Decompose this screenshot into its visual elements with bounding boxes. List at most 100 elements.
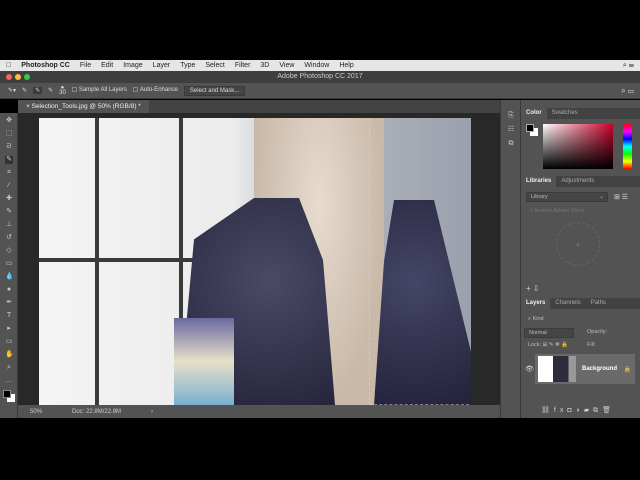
document-image[interactable] bbox=[39, 118, 471, 405]
libraries-panel-tabs: Libraries Adjustments bbox=[521, 176, 640, 187]
more-tools-icon[interactable]: … bbox=[5, 377, 13, 385]
lock-label: Lock: bbox=[528, 342, 542, 348]
type-tool-icon[interactable]: T bbox=[5, 312, 13, 320]
brush-size: 30 bbox=[59, 89, 66, 96]
apple-menu[interactable]:  bbox=[6, 62, 11, 69]
dodge-tool-icon[interactable]: ● bbox=[5, 286, 13, 294]
layer-row[interactable]: Background 🔒 bbox=[535, 354, 635, 384]
visibility-eye-icon[interactable]: 👁 bbox=[525, 365, 534, 373]
opacity-field[interactable]: Opacity: bbox=[583, 328, 635, 338]
marquee-tool-icon[interactable]: ⬚ bbox=[5, 130, 13, 138]
zoom-level[interactable]: 50% bbox=[30, 409, 42, 415]
app-menu[interactable]: Photoshop CC bbox=[21, 62, 70, 69]
properties-panel-icon[interactable]: ☷ bbox=[507, 126, 515, 134]
auto-enhance-checkbox[interactable]: Auto-Enhance bbox=[132, 87, 178, 94]
menu-type[interactable]: Type bbox=[180, 62, 195, 69]
fill-field[interactable]: Fill: bbox=[583, 341, 635, 351]
minimize-button[interactable] bbox=[15, 74, 21, 80]
layer-thumbnail bbox=[538, 356, 576, 382]
brush-size-picker[interactable]: ● 30 bbox=[59, 85, 66, 96]
color-field[interactable] bbox=[543, 124, 613, 169]
library-search[interactable]: ⌕ Search Adobe Stock bbox=[526, 207, 636, 217]
opacity-label: Opacity: bbox=[587, 329, 608, 335]
zoom-tool-icon[interactable]: ⌕ bbox=[5, 364, 13, 372]
panel-icons: ⎘ ☷ ⧉ bbox=[500, 100, 520, 418]
library-select[interactable]: Library ⌄ bbox=[526, 192, 608, 202]
lock-controls[interactable]: Lock: ⊞ ✎ ✥ 🔒 bbox=[524, 341, 574, 351]
tools-panel: ✥ ⬚ ᘐ ✎ ⌗ ⁄ ✚ ✎ ⊥ ↺ ◇ ▭ 💧 ● ✒ T ▸ ▭ ✋ ⌕ … bbox=[0, 113, 18, 418]
right-panels: Color Swatches Libraries Adjustments Lib… bbox=[520, 100, 640, 418]
grid-view-icon[interactable]: ⊞ ☰ bbox=[614, 193, 628, 201]
document-tabs: × Selection_Tools.jpg @ 50% (RGB/8) * bbox=[18, 100, 500, 113]
history-brush-icon[interactable]: ↺ bbox=[5, 234, 13, 242]
tool-preset-icon[interactable]: ✎▾ bbox=[8, 87, 16, 94]
chevron-down-icon: ⌄ bbox=[599, 194, 604, 200]
healing-tool-icon[interactable]: ✚ bbox=[5, 195, 13, 203]
fill-label: Fill: bbox=[587, 342, 596, 348]
tab-layers[interactable]: Layers bbox=[521, 298, 551, 309]
kind-label: Kind bbox=[532, 316, 544, 322]
actions-panel-icon[interactable]: ⧉ bbox=[507, 140, 515, 148]
tab-libraries[interactable]: Libraries bbox=[521, 176, 557, 187]
menu-select[interactable]: Select bbox=[205, 62, 224, 69]
shape-tool-icon[interactable]: ▭ bbox=[5, 338, 13, 346]
workspace-icon[interactable]: ⌕ ▭ bbox=[621, 86, 634, 96]
add-library-icon[interactable]: + ⇩ bbox=[526, 284, 540, 293]
select-and-mask-button[interactable]: Select and Mask... bbox=[183, 85, 246, 96]
zoom-button[interactable] bbox=[24, 74, 30, 80]
blend-mode-value: Normal bbox=[529, 330, 547, 336]
search-icon[interactable]: ⌕ ☰ bbox=[623, 62, 634, 70]
tab-channels[interactable]: Channels bbox=[550, 298, 585, 309]
eraser-tool-icon[interactable]: ◇ bbox=[5, 247, 13, 255]
blur-tool-icon[interactable]: 💧 bbox=[5, 273, 14, 281]
eyedropper-tool-icon[interactable]: ⁄ bbox=[5, 182, 13, 190]
history-panel-icon[interactable]: ⎘ bbox=[507, 112, 515, 120]
brush-tool-icon[interactable]: ✎ bbox=[5, 208, 13, 216]
tab-adjustments[interactable]: Adjustments bbox=[556, 176, 599, 187]
color-swatches[interactable] bbox=[3, 390, 15, 404]
menu-layer[interactable]: Layer bbox=[153, 62, 171, 69]
library-select-value: Library bbox=[531, 194, 548, 200]
blend-mode-select[interactable]: Normal bbox=[524, 328, 574, 338]
tab-color[interactable]: Color bbox=[521, 108, 547, 119]
canvas-area[interactable] bbox=[18, 113, 500, 405]
layers-panel-tabs: Layers Channels Paths bbox=[521, 298, 640, 309]
pen-tool-icon[interactable]: ✒ bbox=[5, 299, 13, 307]
options-bar: ✎▾ ✎ ✎ ✎ ● 30 Sample All Layers Auto-Enha… bbox=[0, 83, 640, 99]
gradient-tool-icon[interactable]: ▭ bbox=[5, 260, 13, 268]
color-panel-tabs: Color Swatches bbox=[521, 108, 640, 119]
quick-selection-tool-icon[interactable]: ✎ bbox=[5, 156, 13, 164]
status-arrow-icon[interactable]: › bbox=[151, 409, 153, 415]
hand-tool-icon[interactable]: ✋ bbox=[5, 351, 14, 359]
close-button[interactable] bbox=[6, 74, 12, 80]
subtract-selection-icon[interactable]: ✎ bbox=[48, 87, 53, 94]
window-title: Adobe Photoshop CC 2017 bbox=[277, 73, 363, 80]
menu-3d[interactable]: 3D bbox=[260, 62, 269, 69]
document-tab-label: Selection_Tools.jpg @ 50% (RGB/8) * bbox=[31, 103, 141, 110]
menu-edit[interactable]: Edit bbox=[101, 62, 113, 69]
layer-filter-kind[interactable]: ⌕ Kind bbox=[524, 315, 564, 325]
doc-info: Doc: 22.8M/22.8M bbox=[72, 408, 122, 415]
library-empty-icon: + bbox=[556, 222, 600, 266]
clone-stamp-tool-icon[interactable]: ⊥ bbox=[5, 221, 13, 229]
path-selection-icon[interactable]: ▸ bbox=[5, 325, 13, 333]
menu-filter[interactable]: Filter bbox=[235, 62, 251, 69]
lasso-tool-icon[interactable]: ᘐ bbox=[5, 143, 13, 151]
document-tab[interactable]: × Selection_Tools.jpg @ 50% (RGB/8) * bbox=[18, 100, 149, 113]
tab-swatches[interactable]: Swatches bbox=[547, 108, 583, 119]
move-tool-icon[interactable]: ✥ bbox=[5, 117, 13, 125]
menu-file[interactable]: File bbox=[80, 62, 91, 69]
menu-window[interactable]: Window bbox=[304, 62, 329, 69]
tab-paths[interactable]: Paths bbox=[586, 298, 611, 309]
foreground-color[interactable] bbox=[526, 124, 534, 132]
hue-slider[interactable] bbox=[623, 124, 632, 169]
layer-actions[interactable]: ⛓fx◘◑▰⧉🗑 bbox=[541, 406, 615, 415]
crop-tool-icon[interactable]: ⌗ bbox=[5, 169, 13, 177]
menu-help[interactable]: Help bbox=[339, 62, 353, 69]
add-selection-icon[interactable]: ✎ bbox=[33, 87, 43, 94]
new-selection-icon[interactable]: ✎ bbox=[22, 87, 27, 94]
sample-all-layers-checkbox[interactable]: Sample All Layers bbox=[71, 87, 127, 94]
menu-view[interactable]: View bbox=[279, 62, 294, 69]
auto-enhance-label: Auto-Enhance bbox=[139, 87, 178, 94]
menu-image[interactable]: Image bbox=[123, 62, 142, 69]
